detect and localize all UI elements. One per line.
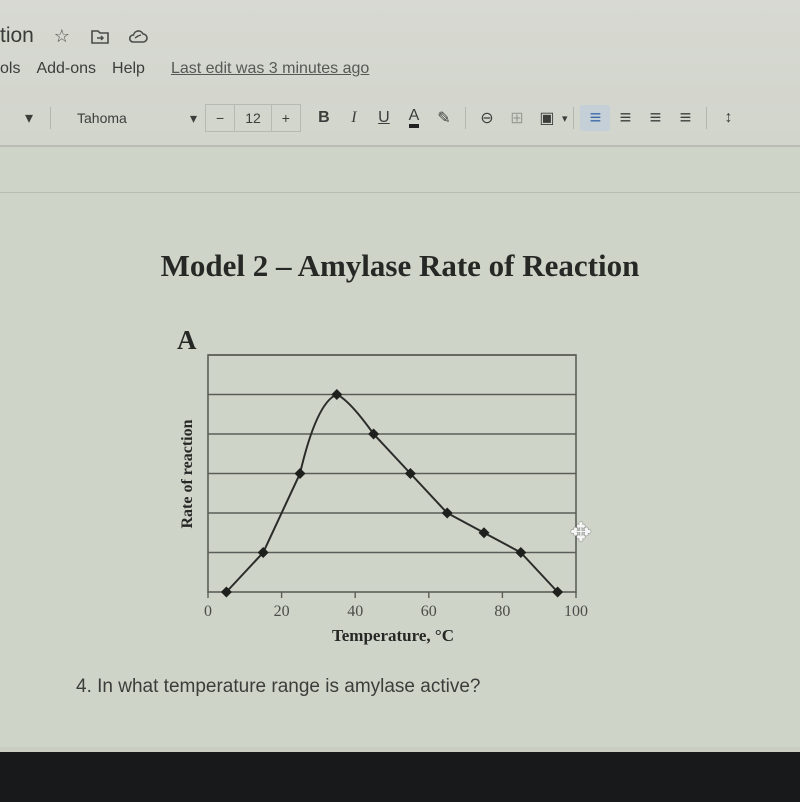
data-point-marker — [294, 468, 306, 479]
x-tick-label: 80 — [494, 603, 510, 620]
move-cursor-icon: ✥ — [570, 517, 592, 547]
y-axis-label: Rate of reaction — [179, 419, 196, 528]
x-tick-label: 60 — [421, 603, 437, 620]
data-point-marker — [478, 527, 490, 539]
x-tick-label: 40 — [347, 603, 363, 620]
x-tick-label: 100 — [564, 603, 588, 620]
data-point-marker — [331, 389, 343, 400]
monitor-bezel — [0, 752, 800, 802]
panel-label: A — [177, 325, 197, 355]
x-tick-label: 20 — [274, 603, 290, 620]
question-4[interactable]: 4. In what temperature range is amylase … — [76, 676, 480, 698]
amylase-series-line — [225, 393, 559, 593]
x-tick-label: 0 — [204, 603, 212, 620]
x-axis-label: Temperature, °C — [332, 626, 454, 645]
